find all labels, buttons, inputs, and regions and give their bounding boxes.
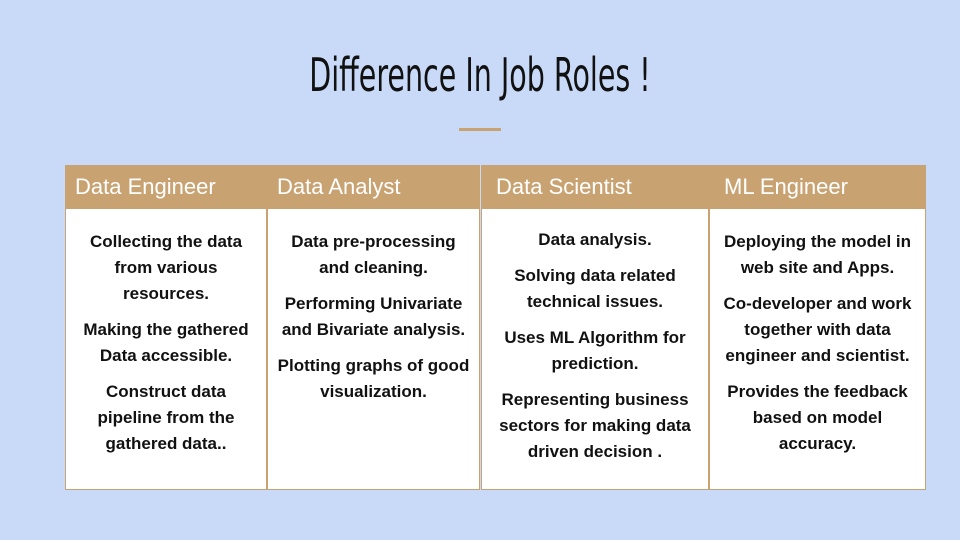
role-item: Representing business sectors for making… bbox=[499, 390, 691, 461]
role-item: Data pre-processing and cleaning. bbox=[291, 232, 456, 277]
column-body: Data pre-processing and cleaning. Perfor… bbox=[267, 209, 480, 490]
column-data-analyst: Data Analyst Data pre-processing and cle… bbox=[267, 165, 480, 490]
column-header: Data Engineer bbox=[65, 165, 267, 209]
role-item: Solving data related technical issues. bbox=[514, 266, 676, 311]
column-data-scientist: Data Scientist Data analysis. Solving da… bbox=[481, 165, 709, 490]
role-item: Data analysis. bbox=[538, 230, 652, 249]
slide-title: Difference In Job Roles ! bbox=[309, 48, 651, 102]
role-item: Provides the feedback based on model acc… bbox=[727, 382, 908, 453]
role-item: Collecting the data from various resourc… bbox=[89, 232, 243, 303]
column-header: Data Analyst bbox=[267, 165, 480, 209]
role-item: Co-developer and work together with data… bbox=[723, 294, 912, 365]
role-item: Uses ML Algorithm for prediction. bbox=[504, 328, 686, 373]
column-body: Collecting the data from various resourc… bbox=[65, 209, 267, 490]
role-item: Plotting graphs of good visualization. bbox=[277, 356, 470, 401]
column-data-engineer: Data Engineer Collecting the data from v… bbox=[65, 165, 267, 490]
role-item: Deploying the model in web site and Apps… bbox=[723, 232, 911, 277]
role-item: Making the gathered Data accessible. bbox=[83, 320, 249, 365]
column-body: Deploying the model in web site and Apps… bbox=[709, 209, 926, 490]
column-header: Data Scientist bbox=[481, 165, 709, 209]
role-item: Performing Univariate and Bivariate anal… bbox=[281, 294, 466, 339]
column-ml-engineer: ML Engineer Deploying the model in web s… bbox=[709, 165, 926, 490]
column-body: Data analysis. Solving data related tech… bbox=[481, 209, 709, 490]
role-item: Construct data pipeline from the gathere… bbox=[97, 382, 235, 453]
column-header: ML Engineer bbox=[709, 165, 926, 209]
title-underline bbox=[459, 128, 501, 131]
